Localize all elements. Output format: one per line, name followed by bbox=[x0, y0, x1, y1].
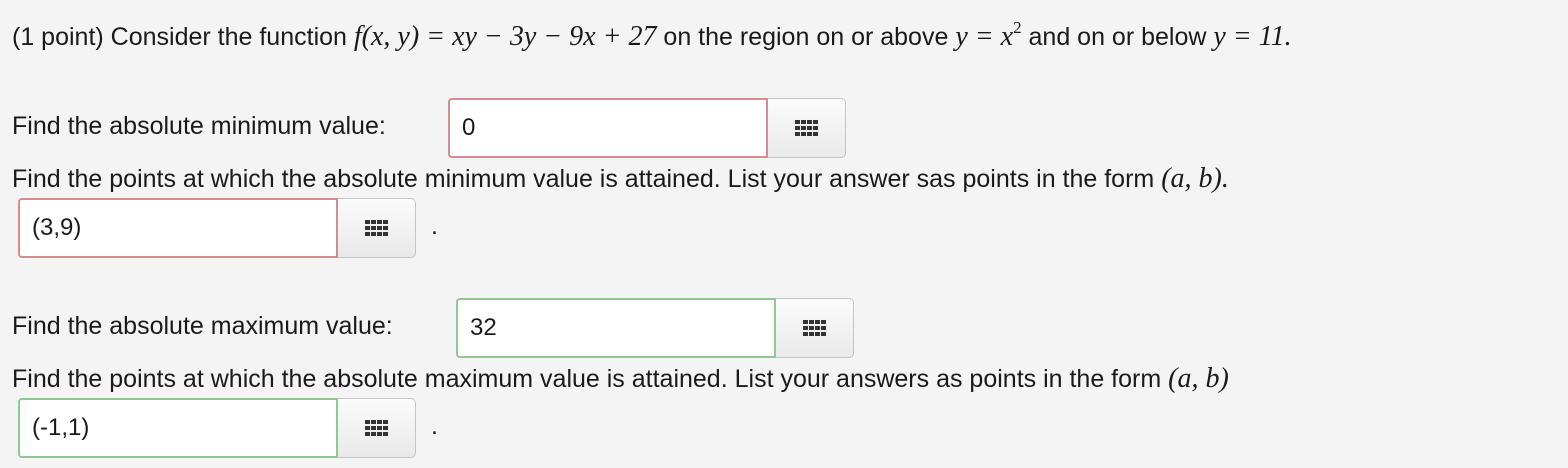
min-points-form-suffix: . bbox=[1221, 163, 1229, 194]
max-points-trailing-period: . bbox=[431, 412, 438, 440]
max-value-input[interactable] bbox=[456, 298, 776, 358]
min-points-prompt-text: Find the points at which the absolute mi… bbox=[12, 165, 1155, 193]
max-points-prompt-text: Find the points at which the absolute ma… bbox=[12, 365, 1162, 393]
grid-icon bbox=[795, 120, 818, 136]
grid-icon bbox=[365, 420, 388, 436]
grid-icon bbox=[365, 220, 388, 236]
problem-intro: Consider the function bbox=[110, 23, 347, 51]
region-middle: and on or below bbox=[1028, 23, 1207, 51]
max-points-input[interactable] bbox=[18, 398, 338, 458]
min-points-trailing-period: . bbox=[431, 212, 438, 240]
min-value-answer-group bbox=[448, 98, 846, 158]
region-prefix: on the region on or above bbox=[663, 23, 949, 51]
region-bound: y = 11 bbox=[1213, 21, 1285, 52]
problem-points: (1 point) bbox=[12, 23, 104, 51]
max-value-prompt: Find the absolute maximum value: bbox=[12, 312, 393, 340]
min-value-palette-button[interactable] bbox=[768, 98, 846, 158]
min-value-prompt: Find the absolute minimum value: bbox=[12, 112, 386, 140]
min-points-prompt: Find the points at which the absolute mi… bbox=[12, 162, 1229, 196]
max-points-answer-group bbox=[18, 398, 416, 458]
region-curve-exponent: 2 bbox=[1013, 17, 1022, 37]
region-suffix: . bbox=[1284, 21, 1292, 52]
min-points-input[interactable] bbox=[18, 198, 338, 258]
max-points-palette-button[interactable] bbox=[338, 398, 416, 458]
min-points-palette-button[interactable] bbox=[338, 198, 416, 258]
grid-icon bbox=[803, 320, 826, 336]
max-value-palette-button[interactable] bbox=[776, 298, 854, 358]
max-value-answer-group bbox=[456, 298, 854, 358]
max-points-prompt: Find the points at which the absolute ma… bbox=[12, 362, 1229, 396]
min-points-answer-group bbox=[18, 198, 416, 258]
region-curve-text: y = x bbox=[955, 21, 1014, 52]
region-curve: y = x2 bbox=[955, 17, 1022, 52]
problem-statement: (1 point) Consider the function f(x, y) … bbox=[12, 17, 1292, 54]
min-points-form: (a, b) bbox=[1161, 163, 1222, 194]
min-value-input[interactable] bbox=[448, 98, 768, 158]
function-expression: f(x, y) = xy − 3y − 9x + 27 bbox=[353, 21, 657, 52]
max-points-form: (a, b) bbox=[1168, 363, 1229, 394]
